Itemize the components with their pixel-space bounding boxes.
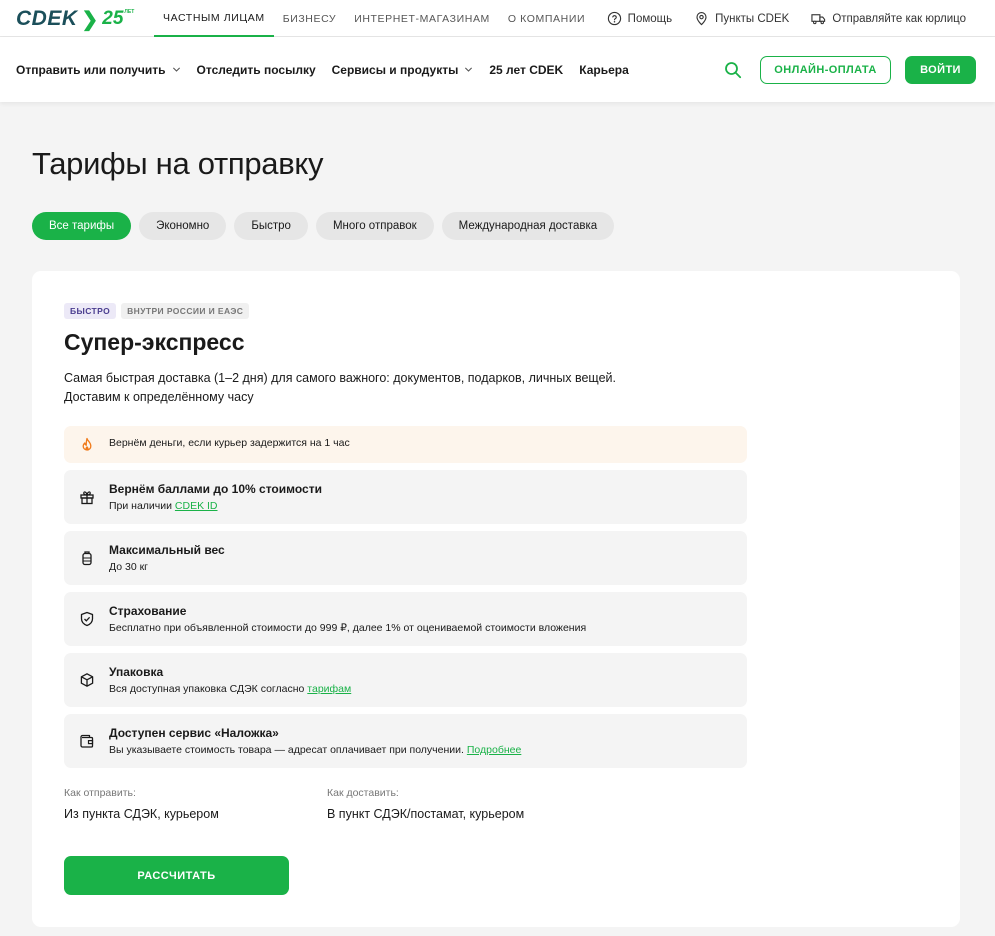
online-payment-button[interactable]: ОНЛАЙН-ОПЛАТА xyxy=(760,55,891,84)
how-to-send: Как отправить: Из пункта СДЭК, курьером xyxy=(64,787,219,821)
logo-chevron-icon: ❯ xyxy=(81,8,99,31)
how-to-deliver-value: В пункт СДЭК/постамат, курьером xyxy=(327,807,525,821)
logo-anniversary-suffix: ЛЕТ xyxy=(124,9,135,15)
gift-icon xyxy=(80,491,94,505)
weight-icon xyxy=(82,551,92,566)
cdek-logo[interactable]: CDEK ❯ 25 ЛЕТ xyxy=(16,7,134,31)
tag-fast: БЫСТРО xyxy=(64,303,117,319)
nav-send-receive-label: Отправить или получить xyxy=(16,62,166,77)
feature-insurance: Страхование Бесплатно при объявленной ст… xyxy=(64,592,747,646)
feature-packaging-sub-text: Вся доступная упаковка СДЭК согласно xyxy=(109,683,308,695)
tariff-description-line-2: Доставим к определённому часу xyxy=(64,390,254,404)
filter-all[interactable]: Все тарифы xyxy=(32,212,132,240)
cdek-id-link[interactable]: CDEK ID xyxy=(175,500,218,512)
tariff-title: Супер-экспресс xyxy=(64,329,245,355)
feature-insurance-sub: Бесплатно при объявленной стоимости до 9… xyxy=(109,622,587,634)
chevron-down-icon xyxy=(172,67,180,72)
logo-anniversary: 25 xyxy=(102,8,124,29)
nav-anniversary[interactable]: 25 лет CDEK xyxy=(489,63,563,77)
legal-entity-link[interactable]: Отправляйте как юрлицо xyxy=(811,11,966,26)
feature-packaging: Упаковка Вся доступная упаковка СДЭК сог… xyxy=(64,653,747,707)
tab-private[interactable]: ЧАСТНЫМ ЛИЦАМ xyxy=(154,0,274,37)
chevron-down-icon xyxy=(465,67,473,72)
feature-weight-title: Максимальный вес xyxy=(109,543,225,557)
search-icon xyxy=(725,61,742,78)
tariff-description-line-1: Самая быстрая доставка (1–2 дня) для сам… xyxy=(64,371,616,385)
feature-weight-sub: До 30 кг xyxy=(109,561,149,573)
nav-services[interactable]: Сервисы и продукты xyxy=(332,63,474,77)
feature-packaging-title: Упаковка xyxy=(109,665,164,679)
main-nav-items: Отправить или получить Отследить посылку… xyxy=(16,37,629,102)
truck-icon xyxy=(811,14,826,25)
tariff-description: Самая быстрая доставка (1–2 дня) для сам… xyxy=(64,369,704,407)
wallet-icon xyxy=(80,734,94,748)
how-to-deliver: Как доставить: В пункт СДЭК/постамат, ку… xyxy=(327,787,524,821)
feature-cod-title: Доступен сервис «Наложка» xyxy=(109,726,279,740)
help-label: Помощь xyxy=(627,12,673,25)
location-pin-icon xyxy=(696,12,707,26)
filter-international[interactable]: Международная доставка xyxy=(441,212,615,240)
question-icon xyxy=(607,11,621,26)
search-button[interactable] xyxy=(723,60,743,80)
feature-refund: Вернём деньги, если курьер задержится на… xyxy=(64,426,747,463)
feature-cod-sub-text: Вы указываете стоимость товара — адресат… xyxy=(109,744,467,756)
feature-weight: Максимальный вес До 30 кг xyxy=(64,531,747,585)
tariffs-link[interactable]: тарифам xyxy=(307,683,351,695)
logo-text: CDEK xyxy=(16,7,78,30)
feature-points-sub: При наличии CDEK ID xyxy=(109,500,218,512)
nav-career[interactable]: Карьера xyxy=(579,63,629,77)
how-to-send-value: Из пункта СДЭК, курьером xyxy=(64,807,219,821)
tab-ecommerce[interactable]: ИНТЕРНЕТ-МАГАЗИНАМ xyxy=(345,0,499,37)
nav-send-receive[interactable]: Отправить или получить xyxy=(16,63,181,77)
feature-points-title: Вернём баллами до 10% стоимости xyxy=(109,482,322,496)
top-bar: CDEK ❯ 25 ЛЕТ ЧАСТНЫМ ЛИЦАМ БИЗНЕСУ ИНТЕ… xyxy=(0,0,995,37)
points-label: Пункты CDEK xyxy=(715,12,790,25)
tariff-filters: Все тарифы Экономно Быстро Много отправо… xyxy=(32,212,615,240)
audience-tabs: ЧАСТНЫМ ЛИЦАМ БИЗНЕСУ ИНТЕРНЕТ-МАГАЗИНАМ… xyxy=(154,0,594,37)
how-to-send-label: Как отправить: xyxy=(64,787,136,799)
feature-cod-sub: Вы указываете стоимость товара — адресат… xyxy=(109,744,521,756)
main-nav: Отправить или получить Отследить посылку… xyxy=(0,37,995,102)
top-links: Помощь Пункты CDEK Отправляйте как юрлиц… xyxy=(607,0,966,37)
tab-about[interactable]: О КОМПАНИИ xyxy=(499,0,594,37)
login-button[interactable]: ВОЙТИ xyxy=(905,55,976,84)
feature-packaging-sub: Вся доступная упаковка СДЭК согласно тар… xyxy=(109,683,351,695)
box-icon xyxy=(80,673,94,687)
nav-track[interactable]: Отследить посылку xyxy=(197,63,316,77)
feature-points-sub-text: При наличии xyxy=(109,500,175,512)
feature-points: Вернём баллами до 10% стоимости При нали… xyxy=(64,470,747,524)
fire-icon xyxy=(82,437,92,451)
nav-actions: ОНЛАЙН-ОПЛАТА ВОЙТИ xyxy=(723,37,976,102)
tab-business[interactable]: БИЗНЕСУ xyxy=(274,0,345,37)
shield-icon xyxy=(80,611,94,627)
tariff-card: БЫСТРО ВНУТРИ РОССИИ И ЕАЭС Супер-экспре… xyxy=(32,271,960,927)
more-info-link[interactable]: Подробнее xyxy=(467,744,521,756)
feature-cod: Доступен сервис «Наложка» Вы указываете … xyxy=(64,714,747,768)
filter-many-shipments[interactable]: Много отправок xyxy=(315,212,434,240)
points-link[interactable]: Пункты CDEK xyxy=(694,11,789,26)
nav-services-label: Сервисы и продукты xyxy=(331,62,459,77)
how-to-deliver-label: Как доставить: xyxy=(327,787,399,799)
help-link[interactable]: Помощь xyxy=(607,11,672,26)
tariff-tags: БЫСТРО ВНУТРИ РОССИИ И ЕАЭС xyxy=(64,303,250,319)
filter-fast[interactable]: Быстро xyxy=(234,212,308,240)
legal-entity-label: Отправляйте как юрлицо xyxy=(832,12,966,25)
filter-economy[interactable]: Экономно xyxy=(139,212,227,240)
calculate-button[interactable]: РАССЧИТАТЬ xyxy=(64,856,289,895)
feature-refund-text: Вернём деньги, если курьер задержится на… xyxy=(109,437,350,449)
page-title: Тарифы на отправку xyxy=(32,146,324,181)
tag-region: ВНУТРИ РОССИИ И ЕАЭС xyxy=(121,303,250,319)
feature-insurance-title: Страхование xyxy=(109,604,187,618)
